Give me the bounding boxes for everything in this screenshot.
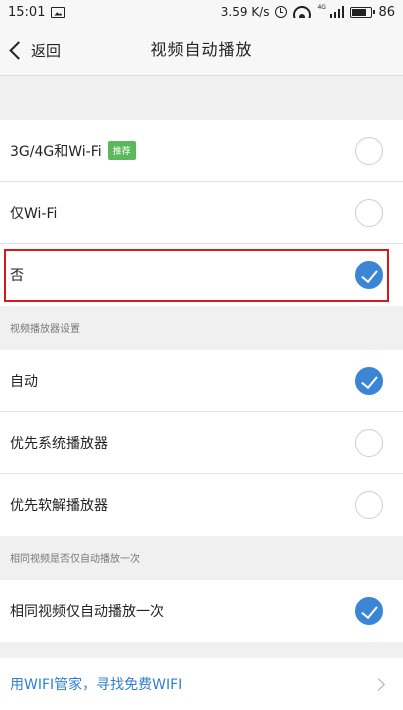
battery-level: 86	[378, 4, 395, 20]
radio-unchecked-icon[interactable]	[355, 491, 383, 519]
option-label: 优先软解播放器	[10, 498, 108, 514]
alarm-clock-icon	[275, 6, 288, 18]
option-label: 3G/4G和Wi-Fi	[10, 143, 102, 160]
option-no[interactable]: 否	[0, 244, 403, 306]
radio-unchecked-icon[interactable]	[355, 198, 383, 227]
radio-unchecked-icon[interactable]	[355, 136, 383, 165]
option-3g4g-wifi[interactable]: 3G/4G和Wi-Fi 推荐	[0, 120, 403, 182]
status-time: 15:01	[8, 4, 46, 20]
player-options: 自动 优先系统播放器 优先软解播放器	[0, 350, 403, 536]
option-wifi-only[interactable]: 仅Wi-Fi	[0, 182, 403, 244]
option-auto[interactable]: 自动	[0, 350, 403, 412]
option-same-video-once[interactable]: 相同视频仅自动播放一次	[0, 580, 403, 642]
network-type: 4G	[317, 3, 326, 11]
same-video-options: 相同视频仅自动播放一次	[0, 580, 403, 642]
battery-icon	[350, 6, 376, 18]
option-label: 否	[10, 268, 24, 284]
option-label: 优先系统播放器	[10, 435, 108, 452]
option-label: 相同视频仅自动播放一次	[10, 604, 164, 620]
network-speed: 3.59 K/s	[220, 5, 270, 19]
option-system-player[interactable]: 优先系统播放器	[0, 412, 403, 474]
option-label: 仅Wi-Fi	[10, 205, 58, 222]
radio-checked-icon[interactable]	[355, 261, 383, 289]
wifi-icon	[293, 6, 312, 18]
signal-icon	[329, 6, 345, 18]
section-header-label: 相同视频是否仅自动播放一次	[10, 553, 140, 565]
radio-checked-icon[interactable]	[355, 597, 383, 625]
section-header-player: 视频播放器设置	[0, 306, 403, 350]
chevron-right-icon	[372, 677, 385, 691]
wifi-manager-link[interactable]: 用WIFI管家，寻找免费WIFI	[0, 658, 403, 710]
radio-checked-icon[interactable]	[355, 366, 383, 395]
status-bar: 15:01 3.59 K/s 4G 86	[0, 0, 403, 24]
option-label: 自动	[10, 373, 38, 390]
section-header-same-video: 相同视频是否仅自动播放一次	[0, 536, 403, 580]
nav-bar: 返回 视频自动播放	[0, 24, 403, 76]
image-notification-icon	[51, 6, 66, 18]
option-soft-decode-player[interactable]: 优先软解播放器	[0, 474, 403, 536]
section-header-label: 视频播放器设置	[10, 323, 80, 335]
link-label: 用WIFI管家，寻找免费WIFI	[10, 677, 183, 693]
page-title: 视频自动播放	[150, 40, 253, 59]
radio-unchecked-icon[interactable]	[355, 428, 383, 457]
highlight-box	[4, 249, 389, 302]
autoplay-options: 3G/4G和Wi-Fi 推荐 仅Wi-Fi 否	[0, 120, 403, 306]
recommend-badge: 推荐	[107, 141, 136, 160]
